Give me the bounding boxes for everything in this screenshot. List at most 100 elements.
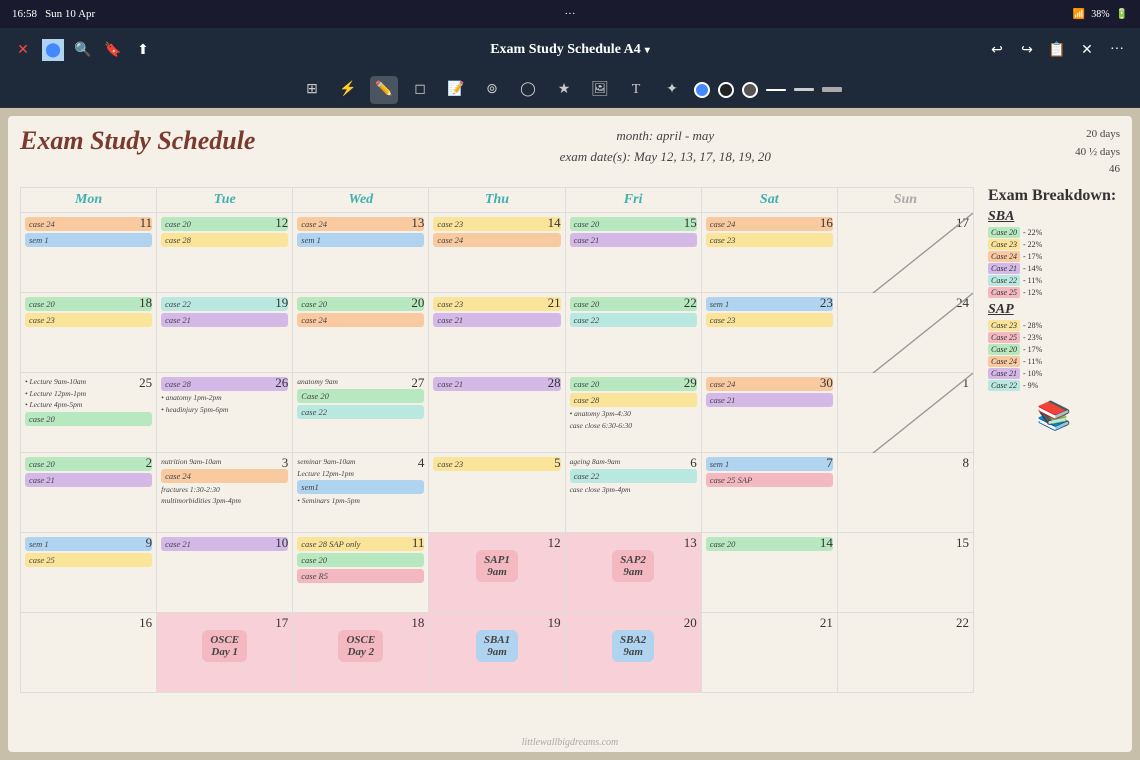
cell-text: • anatomy 3pm-4:30: [570, 409, 697, 419]
close-doc-icon[interactable]: ✕: [1076, 39, 1098, 61]
event-tag: case 22: [161, 297, 288, 311]
select-tool[interactable]: ⊞: [298, 76, 326, 104]
event-tag: case R5: [297, 569, 424, 583]
battery-display: 38%: [1091, 9, 1109, 20]
event-tag: case 20: [297, 297, 424, 311]
cell-apr21: 21 case 23 case 21: [429, 292, 565, 372]
more-icon[interactable]: ···: [1106, 39, 1128, 61]
pen-tool[interactable]: ✏️: [370, 76, 398, 104]
case-tag: Case 20: [988, 227, 1020, 238]
cell-apr23: 23 sem 1 case 23: [701, 292, 837, 372]
cell-apr18: 18 case 20 case 23: [21, 292, 157, 372]
circle-icon[interactable]: ⬤: [42, 39, 64, 61]
event-tag: case 20: [25, 457, 152, 471]
bookmark-icon[interactable]: 🔖: [102, 39, 124, 61]
cell-may2: 2 case 20 case 21: [21, 452, 157, 532]
breakdown-item: Case 20 - 17%: [988, 344, 1120, 355]
header-thu: Thu: [429, 187, 565, 212]
cell-apr22: 22 case 20 case 22: [565, 292, 701, 372]
case-tag: Case 21: [988, 263, 1020, 274]
number-count: 46: [1075, 161, 1120, 179]
date-display: Sun 10 Apr: [45, 8, 95, 20]
header-tue: Tue: [157, 187, 293, 212]
text-tool[interactable]: T: [622, 76, 650, 104]
pencil-tool[interactable]: 📝: [442, 76, 470, 104]
sba-label: SBA: [988, 209, 1120, 225]
cell-may17: 17 OSCEDay 1: [157, 612, 293, 692]
close-button[interactable]: ✕: [12, 39, 34, 61]
event-tag: case 21: [161, 537, 288, 551]
event-tag: case 20: [570, 297, 697, 311]
eraser-tool[interactable]: ◻: [406, 76, 434, 104]
event-tag: case 24: [433, 233, 560, 247]
pct-text: - 17%: [1023, 252, 1042, 261]
search-icon[interactable]: 🔍: [72, 39, 94, 61]
save-icon[interactable]: 📋: [1046, 39, 1068, 61]
cell-may19: 19 SBA19am: [429, 612, 565, 692]
event-tag: case 23: [433, 297, 560, 311]
case-tag: Case 23: [988, 239, 1020, 250]
cell-apr15: 15 case 20 case 21: [565, 212, 701, 292]
cell-text: ageing 8am-9am: [570, 457, 697, 467]
blue-color-dot[interactable]: [694, 82, 710, 98]
event-tag: case 22: [297, 405, 424, 419]
schedule-header: Exam Study Schedule month: april - may e…: [20, 126, 1120, 179]
cell-may12: 12 SAP19am: [429, 532, 565, 612]
cell-apr24: 24: [837, 292, 973, 372]
undo-icon[interactable]: ↩: [986, 39, 1008, 61]
app-toolbar: ✕ ⬤ 🔍 🔖 ⬆ Exam Study Schedule A4 ▾ ↩ ↪ 📋…: [0, 28, 1140, 72]
wifi-icon: 📶: [1073, 9, 1085, 20]
dark-color-dot[interactable]: [742, 82, 758, 98]
line-width-thick[interactable]: [822, 87, 842, 92]
line-width-thin[interactable]: [766, 89, 786, 91]
cell-text: • Lecture 12pm-1pm: [25, 389, 152, 399]
black-color-dot[interactable]: [718, 82, 734, 98]
event-tag: case 20: [25, 297, 152, 311]
event-tag: case 23: [433, 217, 560, 231]
pct-text: - 11%: [1023, 357, 1042, 366]
event-tag: sem 1: [25, 537, 152, 551]
cell-may16: 16: [21, 612, 157, 692]
half-days-count: 40 ½ days: [1075, 144, 1120, 162]
breakdown-item: Case 21 - 10%: [988, 368, 1120, 379]
cell-text: Lecture 12pm-1pm: [297, 469, 424, 479]
event-tag: case 24: [706, 217, 833, 231]
main-content: Exam Study Schedule month: april - may e…: [0, 108, 1140, 760]
header-counts: 20 days 40 ½ days 46: [1075, 126, 1120, 179]
event-tag: case 22: [570, 313, 697, 327]
pct-text: - 22%: [1023, 240, 1042, 249]
star-tool[interactable]: ★: [550, 76, 578, 104]
cell-may15: 15: [837, 532, 973, 612]
bluetooth-icon[interactable]: ⚡: [334, 76, 362, 104]
header-wed: Wed: [293, 187, 429, 212]
redo-icon[interactable]: ↪: [1016, 39, 1038, 61]
marker-tool[interactable]: ✦: [658, 76, 686, 104]
case-tag: Case 21: [988, 368, 1020, 379]
image-tool[interactable]: 🖼: [586, 76, 614, 104]
lasso-tool[interactable]: ⊚: [478, 76, 506, 104]
event-tag: case 24: [25, 217, 152, 231]
cell-text: • Seminars 1pm-5pm: [297, 496, 424, 506]
pct-text: - 9%: [1023, 381, 1038, 390]
shape-tool[interactable]: ◯: [514, 76, 542, 104]
chevron-down-icon[interactable]: ▾: [645, 45, 650, 56]
cell-apr13: 13 case 24 sem 1: [293, 212, 429, 292]
share-icon[interactable]: ⬆: [132, 39, 154, 61]
breakdown-item: Case 22 - 11%: [988, 275, 1120, 286]
cell-text: seminar 9am-10am: [297, 457, 424, 467]
event-tag: case 21: [25, 473, 152, 487]
cell-may22: 22: [837, 612, 973, 692]
event-tag: case 20: [297, 553, 424, 567]
table-row: 9 sem 1 case 25 10 case 21: [21, 532, 974, 612]
event-tag: case 20: [570, 217, 697, 231]
event-tag: case 25: [25, 553, 152, 567]
cell-may3: 3 nutrition 9am-10am case 24 fractures 1…: [157, 452, 293, 532]
exam-sba1: SBA19am: [476, 630, 518, 662]
cell-may14: 14 case 20: [701, 532, 837, 612]
breakdown-item: Case 21 - 14%: [988, 263, 1120, 274]
event-tag: case 20: [706, 537, 833, 551]
cell-may21: 21: [701, 612, 837, 692]
cell-may10: 10 case 21: [157, 532, 293, 612]
line-width-medium[interactable]: [794, 88, 814, 91]
watermark: littlewallbigdreams.com: [522, 737, 619, 748]
